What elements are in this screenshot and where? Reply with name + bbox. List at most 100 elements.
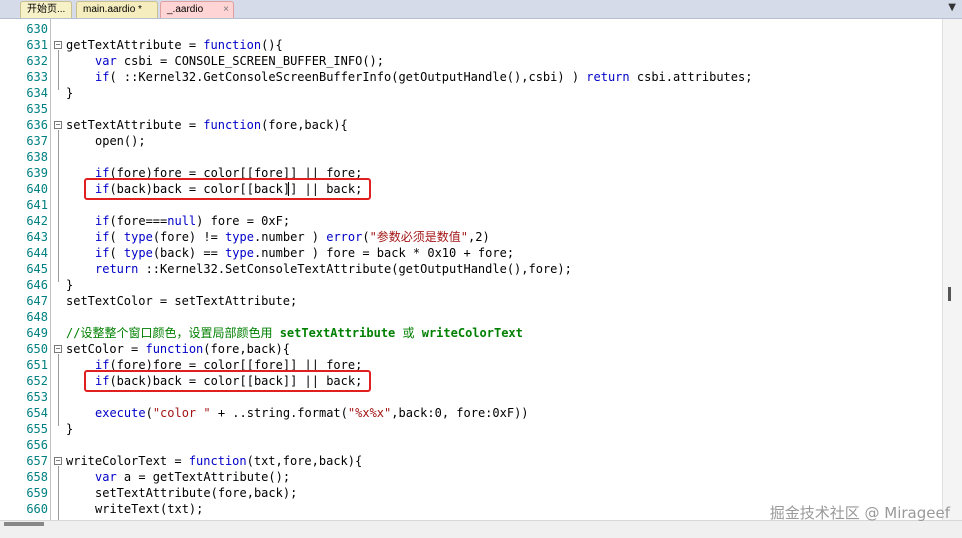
line-number: 658 (26, 470, 48, 484)
line-number: 638 (26, 150, 48, 164)
code-line: 655} (0, 421, 940, 437)
line-number: 645 (26, 262, 48, 276)
line-number: 656 (26, 438, 48, 452)
line-number: 642 (26, 214, 48, 228)
code-line: 645 return ::Kernel32.SetConsoleTextAttri… (0, 261, 940, 277)
line-number: 650 (26, 342, 48, 356)
vertical-scroll-thumb[interactable] (948, 287, 951, 301)
code-line: 633 if( ::Kernel32.GetConsoleScreenBuffer… (0, 69, 940, 85)
code-line: 631− getTextAttribute = function(){ (0, 37, 940, 53)
line-number: 660 (26, 502, 48, 516)
highlight-box-line-652 (84, 370, 371, 392)
code-line: 634} (0, 85, 940, 101)
line-number: 659 (26, 486, 48, 500)
fold-guide (58, 354, 59, 426)
tab-start-page[interactable]: 开始页... (20, 1, 72, 18)
code-line: 632 var csbi = CONSOLE_SCREEN_BUFFER_INFO… (0, 53, 940, 69)
fold-toggle-icon[interactable]: − (54, 345, 62, 353)
line-number: 653 (26, 390, 48, 404)
tab-main-aardio[interactable]: main.aardio * (76, 1, 158, 18)
code-text: setTextAttribute(fore,back); (95, 486, 298, 500)
code-line: 650− setColor = function(fore,back){ (0, 341, 940, 357)
code-text: writeText(txt); (95, 502, 204, 516)
code-line: 647 setTextColor = setTextAttribute; (0, 293, 940, 309)
fold-guide (58, 466, 59, 520)
fold-guide (58, 50, 59, 90)
line-number: 637 (26, 134, 48, 148)
code-comment: //设整整个窗口颜色，设置局部颜色用 setTextAttribute 或 wr… (66, 326, 523, 340)
gutter-divider (50, 19, 51, 520)
tab-underscore-aardio[interactable]: _.aardio × (160, 1, 234, 18)
code-line: 644 if( type(back) == type.number ) fore … (0, 245, 940, 261)
code-line: 654 execute("color " + ..string.format("%… (0, 405, 940, 421)
code-line: 636− setTextAttribute = function(fore,bac… (0, 117, 940, 133)
vertical-scrollbar[interactable] (942, 19, 962, 520)
code-text: } (66, 422, 74, 436)
code-line: 659 setTextAttribute(fore,back); (0, 485, 940, 501)
chevron-down-icon[interactable]: ▼ (948, 2, 956, 13)
code-line: 646} (0, 277, 940, 293)
fold-toggle-icon[interactable]: − (54, 457, 62, 465)
code-text: setTextColor = setTextAttribute; (66, 294, 298, 308)
tab-label: 开始页... (27, 4, 66, 15)
line-number: 639 (26, 166, 48, 180)
tab-bar: 开始页... main.aardio * _.aardio × ▼ (0, 0, 962, 19)
code-line: 637 open(); (0, 133, 940, 149)
code-text: if( type(fore) != type.number ) error("参… (95, 230, 490, 244)
line-number: 643 (26, 230, 48, 244)
tab-label: main.aardio * (83, 4, 142, 15)
watermark-text: 掘金技术社区 @ Mirageef (769, 504, 950, 522)
line-number: 635 (26, 102, 48, 116)
highlight-box-line-640 (84, 178, 371, 200)
code-text: if( type(back) == type.number ) fore = b… (95, 246, 515, 260)
fold-toggle-icon[interactable]: − (54, 121, 62, 129)
code-text: if( ::Kernel32.GetConsoleScreenBufferInf… (95, 70, 753, 84)
line-number: 648 (26, 310, 48, 324)
code-text: var csbi = CONSOLE_SCREEN_BUFFER_INFO(); (95, 54, 384, 68)
line-number: 631 (26, 38, 48, 52)
code-text: setColor = function(fore,back){ (66, 342, 290, 356)
code-line: 630 (0, 21, 940, 37)
code-text: getTextAttribute = function(){ (66, 38, 283, 52)
line-number: 636 (26, 118, 48, 132)
code-line: 657− writeColorText = function(txt,fore,b… (0, 453, 940, 469)
code-editor[interactable]: 630 631− getTextAttribute = function(){ 6… (0, 19, 962, 520)
line-number: 644 (26, 246, 48, 260)
code-line: 649 //设整整个窗口颜色，设置局部颜色用 setTextAttribute 或… (0, 325, 940, 341)
line-number: 651 (26, 358, 48, 372)
line-number: 647 (26, 294, 48, 308)
code-text: writeColorText = function(txt,fore,back)… (66, 454, 363, 468)
line-number: 640 (26, 182, 48, 196)
fold-guide (58, 130, 59, 282)
code-text: if(fore===null) fore = 0xF; (95, 214, 291, 228)
line-number: 633 (26, 70, 48, 84)
code-text: } (66, 86, 74, 100)
code-text: var a = getTextAttribute(); (95, 470, 291, 484)
fold-toggle-icon[interactable]: − (54, 41, 62, 49)
code-line: 658 var a = getTextAttribute(); (0, 469, 940, 485)
code-line: 656 (0, 437, 940, 453)
line-number: 652 (26, 374, 48, 388)
code-text: } (66, 278, 74, 292)
line-number: 641 (26, 198, 48, 212)
code-line: 643 if( type(fore) != type.number ) error… (0, 229, 940, 245)
line-number: 630 (26, 22, 48, 36)
horizontal-scroll-thumb[interactable] (4, 522, 44, 526)
code-line: 635 (0, 101, 940, 117)
line-number: 655 (26, 422, 48, 436)
code-text: execute("color " + ..string.format("%x%x… (95, 406, 529, 420)
code-line: 642 if(fore===null) fore = 0xF; (0, 213, 940, 229)
close-icon[interactable]: × (223, 2, 229, 18)
tab-label: _.aardio (167, 4, 204, 15)
line-number: 646 (26, 278, 48, 292)
line-number: 654 (26, 406, 48, 420)
line-number: 634 (26, 86, 48, 100)
line-number: 649 (26, 326, 48, 340)
code-line: 638 (0, 149, 940, 165)
line-number: 657 (26, 454, 48, 468)
code-text: return ::Kernel32.SetConsoleTextAttribut… (95, 262, 572, 276)
line-number: 632 (26, 54, 48, 68)
code-text: open(); (95, 134, 146, 148)
code-text: setTextAttribute = function(fore,back){ (66, 118, 348, 132)
code-line: 648 (0, 309, 940, 325)
